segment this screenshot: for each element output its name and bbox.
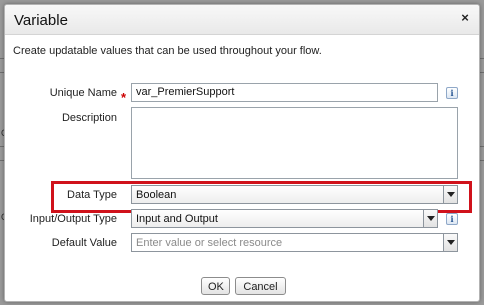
default-value-combobox[interactable]: Enter value or select resource [131,233,458,252]
unique-name-label: Unique Name [49,87,117,99]
chevron-down-icon[interactable] [443,186,457,203]
chevron-down-icon[interactable] [443,234,457,251]
io-type-label: Input/Output Type [29,213,117,225]
dialog-title: Variable [14,12,68,29]
cancel-button[interactable]: Cancel [235,277,286,295]
default-value-label: Default Value [51,237,117,249]
unique-name-info-icon[interactable]: i [446,87,458,99]
data-type-value: Boolean [136,189,177,201]
ok-button[interactable]: OK [201,277,230,295]
description-label: Description [61,112,117,124]
data-type-select[interactable]: Boolean [131,185,458,204]
default-value-input[interactable]: Enter value or select resource [136,237,282,249]
io-type-select[interactable]: Input and Output [131,209,438,228]
data-type-label: Data Type [67,189,117,201]
chevron-down-icon[interactable] [423,210,437,227]
io-type-info-icon[interactable]: i [446,213,458,225]
description-textarea[interactable] [131,107,458,179]
close-icon[interactable]: × [458,11,472,25]
required-marker: * [121,90,127,105]
variable-dialog: Variable × Create updatable values that … [4,4,480,302]
dialog-intro: Create updatable values that can be used… [13,45,322,57]
unique-name-input[interactable]: var_PremierSupport [131,83,438,102]
io-type-value: Input and Output [136,213,218,225]
dialog-header: Variable × [5,5,479,35]
